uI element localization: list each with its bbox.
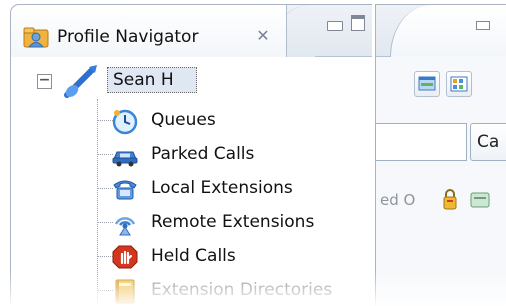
lock-icon[interactable] [442,187,458,211]
profile-navigator-view: Profile Navigator ✕ − Sean H Queues Park… [10,4,372,305]
tree-root-label: Sean H [113,70,174,90]
contact-card-icon[interactable] [470,191,490,209]
queues-clock-icon [112,109,138,135]
adjacent-tab[interactable] [390,5,506,57]
tree-item-local-extensions[interactable]: Local Extensions [97,171,367,205]
grid-view-button[interactable] [446,71,472,97]
user-guitar-icon [64,65,97,98]
minimize-view-button[interactable] [476,21,490,30]
window-layout-icon [418,76,436,91]
tree-item-extension-directories[interactable]: Extension Directories [97,273,367,305]
tree-item-label: Queues [151,110,216,130]
grid-icon [450,76,468,92]
tree-item-label: Local Extensions [151,178,293,198]
minimize-view-button[interactable] [327,21,343,31]
tree-item-label: Remote Extensions [151,212,315,232]
layout-view-button[interactable] [414,71,440,97]
tree-root-item[interactable]: Sean H [107,67,197,93]
tree-item-label: Held Calls [151,246,236,266]
view-tab-bar: Profile Navigator ✕ [11,5,372,57]
collapse-toggle-icon[interactable]: − [37,73,52,89]
directory-book-icon [115,279,135,304]
remote-antenna-icon [114,217,136,236]
adjacent-view: Ca ed O [375,4,506,306]
combo-box[interactable]: Ca [470,123,506,161]
tree-item-parked-calls[interactable]: Parked Calls [97,137,367,171]
profile-tree: − Sean H Queues Parked Calls Local Exten… [11,57,372,305]
held-hand-icon [112,245,138,269]
adjacent-tab-bar [376,5,506,57]
tree-item-label: Parked Calls [151,144,255,164]
combo-box-text: Ca [477,132,500,152]
tree-item-queues[interactable]: Queues [97,103,367,137]
tree-item-label: Extension Directories [151,280,333,300]
tree-item-remote-extensions[interactable]: Remote Extensions [97,205,367,239]
tree-item-held-calls[interactable]: Held Calls [97,239,367,273]
maximize-view-button[interactable] [351,15,365,31]
profile-navigator-tab[interactable]: Profile Navigator ✕ [11,5,287,57]
parked-car-icon [112,151,138,167]
view-title: Profile Navigator [57,27,199,47]
close-icon[interactable]: ✕ [254,27,272,45]
phone-icon [113,180,137,200]
status-text: ed O [380,191,416,209]
profile-navigator-icon [23,27,49,48]
search-input[interactable] [375,123,467,161]
